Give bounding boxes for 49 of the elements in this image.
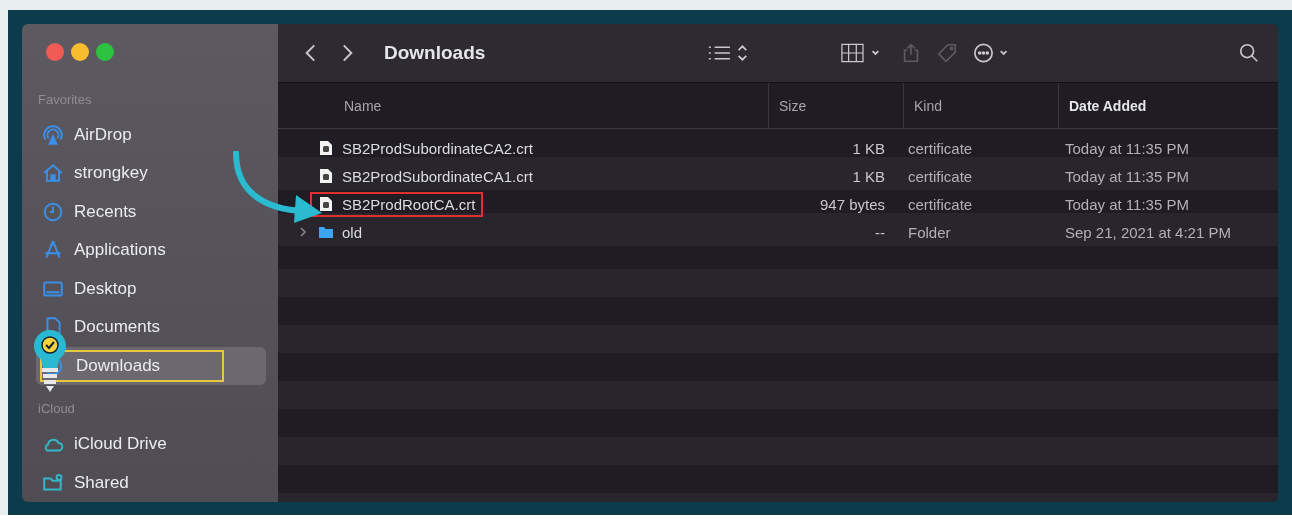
file-icon [318, 140, 334, 156]
sidebar-item-label: Documents [74, 317, 160, 338]
size-cell-text: 1 KB [851, 139, 886, 157]
sidebar-item-label: strongkey [74, 163, 148, 184]
minimize-button[interactable] [71, 43, 89, 61]
kind-cell-text: Folder [907, 223, 952, 241]
window-title: Downloads [384, 42, 486, 64]
sidebar-item-label: Recents [74, 201, 137, 222]
file-name[interactable]: SB2ProdSubordinateCA1.crt [310, 163, 541, 189]
clock-icon [42, 200, 64, 223]
sidebar-section-title: iCloud [37, 400, 76, 419]
column-header[interactable]: Date Added [1058, 83, 1278, 128]
disclosure-icon[interactable] [298, 226, 308, 238]
file-name[interactable]: SB2ProdRootCA.crt [310, 191, 484, 217]
folder-icon [318, 224, 334, 240]
sidebar-item[interactable]: Downloads [36, 346, 266, 386]
size-cell-text: 1 KB [851, 167, 886, 185]
kind-cell-text: certificate [907, 139, 974, 157]
column-header[interactable]: Kind [903, 83, 1058, 128]
column-header[interactable]: Size [768, 83, 903, 128]
shared-icon [42, 471, 64, 494]
kind-cell-text: certificate [907, 195, 974, 213]
zoom-button[interactable] [96, 43, 114, 61]
sidebar-item[interactable]: Recents [36, 192, 266, 231]
sidebar-item-label: Shared [74, 472, 129, 493]
home-icon [42, 162, 64, 185]
file-icon [318, 196, 334, 212]
sidebar-item[interactable]: Desktop [36, 269, 266, 309]
date-cell-text: Sep 21, 2021 at 4:21 PM [1064, 223, 1232, 241]
file-icon [318, 168, 334, 184]
sidebar-item-label: AirDrop [74, 124, 132, 145]
sidebar-item-label: Applications [74, 240, 166, 261]
sidebar-item[interactable]: Applications [36, 231, 266, 270]
date-cell-text: Today at 11:35 PM [1064, 139, 1190, 157]
sidebar-item[interactable]: iCloud Drive [36, 424, 266, 464]
kind-cell-text: certificate [907, 167, 974, 185]
date-cell-text: Today at 11:35 PM [1064, 167, 1190, 185]
column-header[interactable]: Name [278, 83, 768, 128]
file-name[interactable]: old [310, 219, 371, 245]
sidebar-item[interactable]: Shared [36, 463, 266, 502]
sidebar-item[interactable]: AirDrop [36, 115, 266, 154]
size-cell-text: -- [874, 223, 886, 241]
file-name[interactable]: SB2ProdSubordinateCA2.crt [310, 135, 541, 161]
sidebar-item[interactable]: strongkey [36, 153, 266, 193]
size-cell-text: 947 bytes [818, 195, 886, 213]
airdrop-icon [42, 123, 64, 146]
sidebar-item-label: iCloud Drive [74, 434, 167, 455]
date-cell-text: Today at 11:35 PM [1064, 195, 1190, 213]
sidebar-item-label: Desktop [74, 278, 137, 299]
